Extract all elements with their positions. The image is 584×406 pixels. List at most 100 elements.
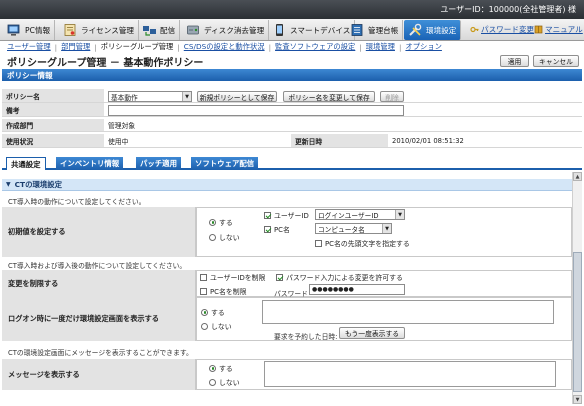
radio-unselected[interactable]: [209, 378, 216, 386]
pcname-prefix-checkbox[interactable]: PC名の先頭文字を指定する: [315, 238, 410, 248]
option-label: ユーザーIDを制限: [210, 274, 266, 282]
initial-userid-checkbox[interactable]: ユーザーID: [264, 210, 309, 220]
policy-name-select[interactable]: 基本動作 ▼: [108, 91, 192, 102]
submenu-environment-management[interactable]: 環境管理: [366, 42, 395, 52]
scrollbar-thumb[interactable]: [573, 252, 582, 392]
tab-common-settings[interactable]: 共通設定: [6, 157, 46, 170]
nav-tab-distribution[interactable]: 配信: [138, 20, 181, 40]
submenu-separator: |: [94, 42, 97, 52]
show-again-button[interactable]: もう一度表示する: [339, 327, 405, 339]
user-id-text: ユーザーID：100000(全社管理者) 様: [440, 5, 576, 14]
logon-display-yes-option[interactable]: する: [201, 307, 225, 317]
logon-message-textarea[interactable]: [262, 300, 554, 324]
department-label: 作成部門: [2, 119, 104, 132]
initial-values-no-option[interactable]: しない: [209, 232, 240, 242]
allow-password-change-checkbox[interactable]: パスワード入力による変更を許可する: [276, 272, 403, 282]
cancel-button[interactable]: キャンセル: [533, 55, 579, 67]
tab-inventory-info[interactable]: インベントリ情報: [56, 157, 124, 170]
restrict-pcname-checkbox[interactable]: PC名を制限: [200, 286, 247, 296]
password-input[interactable]: ●●●●●●●●: [309, 284, 405, 295]
key-icon: [470, 25, 479, 34]
policy-name-label: ポリシー名: [2, 89, 104, 103]
checkbox-checked[interactable]: [276, 273, 283, 281]
nav-tab-disk-erase[interactable]: ディスク消去管理: [182, 20, 270, 40]
nav-tab-ledger[interactable]: 管理台帳: [346, 20, 404, 40]
save-as-new-policy-button[interactable]: 新規ポリシーとして保存: [197, 91, 277, 102]
option-label: パスワード入力による変更を許可する: [286, 274, 403, 282]
tab-software-distribution[interactable]: ソフトウェア配信: [191, 157, 259, 170]
submenu-department-management[interactable]: 部門管理: [61, 42, 90, 52]
policy-name-value: 基本動作: [111, 93, 138, 102]
radio-selected[interactable]: [201, 308, 208, 316]
checkbox-checked[interactable]: [264, 211, 271, 219]
rename-and-save-button[interactable]: ポリシー名を変更して保存: [283, 91, 375, 102]
checkbox-unchecked[interactable]: [315, 239, 322, 247]
submenu-separator: |: [54, 42, 58, 52]
radio-unselected[interactable]: [201, 322, 208, 330]
nav-tab-label: ライセンス管理: [81, 25, 135, 35]
nav-tab-license[interactable]: ライセンス管理: [59, 20, 140, 40]
settings-tab-strip: 共通設定 インベントリ情報 パッチ適用 ソフトウェア配信: [2, 157, 582, 170]
option-label: しない: [219, 234, 240, 242]
submenu-separator: |: [398, 42, 402, 52]
chevron-down-icon: ▼: [182, 92, 191, 101]
chevron-down-icon: ▼: [395, 210, 404, 219]
sub-menu: ユーザー管理 | 部門管理 | ポリシーグループ管理 | CS/DSの設定と動作…: [0, 41, 584, 53]
submenu-audit-software[interactable]: 監査ソフトウェアの設定: [275, 42, 355, 52]
nav-tab-label: 環境設定: [426, 25, 457, 35]
option-label: PC名の先頭文字を指定する: [325, 240, 410, 248]
submenu-user-management[interactable]: ユーザー管理: [7, 42, 51, 52]
submenu-csds-settings[interactable]: CS/DSの設定と動作状況: [184, 42, 265, 52]
option-label: する: [211, 309, 225, 317]
nav-tab-smart-device[interactable]: スマートデバイス: [268, 20, 356, 40]
radio-unselected[interactable]: [209, 233, 216, 241]
request-date-label: 要求を予約した日時:: [274, 333, 338, 341]
nav-tab-label: ディスク消去管理: [204, 25, 265, 35]
show-message-no-option[interactable]: しない: [209, 377, 240, 387]
restrict-userid-checkbox[interactable]: ユーザーIDを制限: [200, 272, 265, 282]
manual-label: マニュアル: [545, 25, 583, 34]
submenu-options[interactable]: オプション: [405, 42, 441, 52]
userid-select[interactable]: ログインユーザーID ▼: [315, 209, 405, 220]
page-title: ポリシーグループ管理 － 基本動作ポリシー: [7, 58, 204, 69]
license-icon: [63, 23, 78, 37]
content-scrollbar[interactable]: ▲ ▼: [572, 172, 582, 404]
restrict-change-label: 変更を制限する: [2, 270, 196, 297]
initial-values-yes-option[interactable]: する: [209, 217, 233, 227]
disk-erase-icon: [186, 23, 201, 37]
message-textarea[interactable]: [264, 361, 556, 387]
userid-select-value: ログインユーザーID: [318, 211, 379, 220]
option-label: PC名を制限: [210, 288, 247, 296]
submenu-policy-group-management[interactable]: ポリシーグループ管理: [101, 42, 174, 52]
updated-at-label: 更新日時: [291, 134, 388, 148]
pcname-select[interactable]: コンピュータ名 ▼: [315, 223, 392, 234]
option-label: PC名: [274, 226, 290, 234]
initial-pcname-checkbox[interactable]: PC名: [264, 224, 290, 234]
scroll-down-arrow-icon[interactable]: ▼: [573, 395, 582, 404]
checkbox-unchecked[interactable]: [200, 287, 207, 295]
radio-selected[interactable]: [209, 218, 216, 226]
ct-env-section-title: CTの環境設定: [14, 180, 63, 189]
checkbox-unchecked[interactable]: [200, 273, 207, 281]
tab-patch-apply[interactable]: パッチ適用: [136, 157, 181, 170]
scroll-up-arrow-icon[interactable]: ▲: [573, 172, 582, 181]
nav-tab-environment[interactable]: 環境設定: [404, 20, 462, 40]
logon-display-no-option[interactable]: しない: [201, 321, 232, 331]
checkbox-checked[interactable]: [264, 225, 271, 233]
ct-env-section-header[interactable]: ▼ CTの環境設定: [2, 179, 572, 191]
manual-icon: [534, 25, 543, 34]
delete-button[interactable]: 削除: [380, 91, 404, 102]
option-label: しない: [219, 379, 240, 387]
radio-selected[interactable]: [209, 364, 216, 372]
apply-button[interactable]: 適用: [500, 55, 529, 67]
submenu-separator: |: [177, 42, 180, 52]
option-label: する: [219, 219, 233, 227]
show-message-yes-option[interactable]: する: [209, 363, 233, 373]
password-change-link[interactable]: パスワード変更: [470, 24, 534, 35]
usage-status-label: 使用状況: [2, 134, 104, 148]
password-change-label: パスワード変更: [481, 25, 535, 34]
nav-tab-label: 配信: [160, 25, 176, 35]
note-input[interactable]: [108, 105, 404, 116]
manual-link[interactable]: マニュアル: [534, 24, 583, 35]
nav-tab-pc-info[interactable]: PC情報: [3, 20, 56, 40]
